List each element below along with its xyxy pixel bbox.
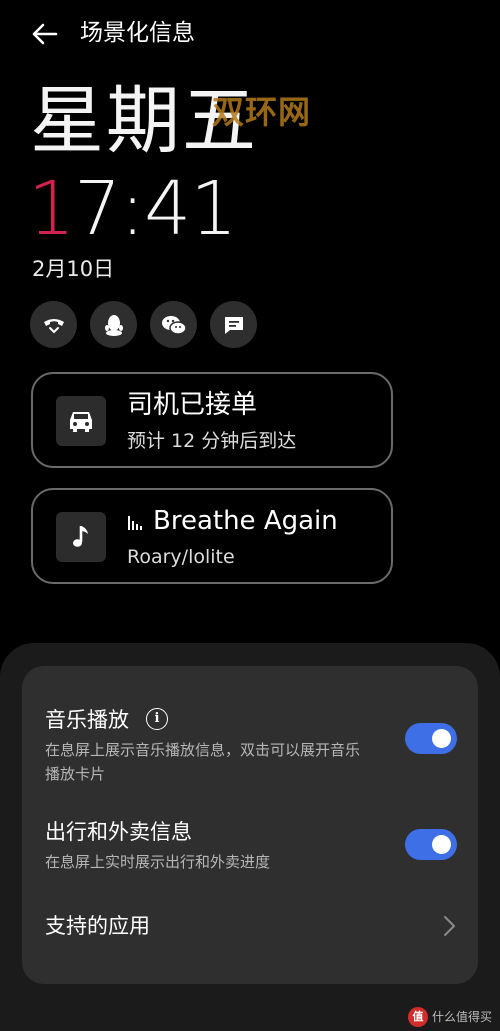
travel-toggle[interactable]	[405, 829, 457, 860]
back-arrow-icon	[32, 23, 58, 45]
qq-icon	[90, 301, 137, 348]
wechat-icon	[150, 301, 197, 348]
music-toggle[interactable]	[405, 723, 457, 754]
date-label: 2月10日	[32, 257, 115, 281]
music-card-title: Breathe Again	[127, 504, 338, 538]
car-icon	[56, 396, 106, 446]
notification-icons	[30, 301, 257, 348]
watermark: 双环网	[212, 93, 312, 131]
music-note-icon	[56, 512, 106, 562]
ride-card: 司机已接单 预计 12 分钟后到达	[31, 372, 393, 468]
clock-hour-first-digit: 1	[28, 166, 75, 252]
song-title: Breathe Again	[153, 506, 338, 536]
source-badge: 值 什么值得买	[407, 1007, 492, 1027]
travel-setting-title: 出行和外卖信息	[45, 820, 192, 844]
missed-call-icon	[30, 301, 77, 348]
ride-card-title: 司机已接单	[127, 390, 258, 420]
supported-apps-row[interactable]: 支持的应用	[45, 912, 465, 940]
music-setting-title: 音乐播放	[45, 708, 129, 732]
clock-time: 17:41	[28, 166, 237, 252]
chevron-right-icon	[444, 916, 455, 936]
page-title: 场景化信息	[80, 20, 195, 46]
music-setting-description: 在息屏上展示音乐播放信息，双击可以展开音乐播放卡片	[45, 741, 361, 783]
audio-bars-icon	[128, 515, 142, 530]
info-icon[interactable]: i	[146, 708, 168, 730]
clock-rest: 7:41	[74, 166, 237, 252]
toggle-knob	[432, 835, 451, 854]
message-icon	[210, 301, 257, 348]
toggle-knob	[432, 729, 451, 748]
ride-card-subtitle: 预计 12 分钟后到达	[127, 430, 297, 452]
source-logo: 值	[407, 1007, 428, 1027]
source-label: 什么值得买	[431, 1010, 492, 1024]
top-bar: 场景化信息	[0, 0, 500, 66]
song-artist: Roary/lolite	[127, 546, 235, 568]
music-card: Breathe Again Roary/lolite	[31, 488, 393, 584]
back-button[interactable]	[28, 18, 60, 50]
travel-setting-description: 在息屏上实时展示出行和外卖进度	[45, 853, 271, 871]
